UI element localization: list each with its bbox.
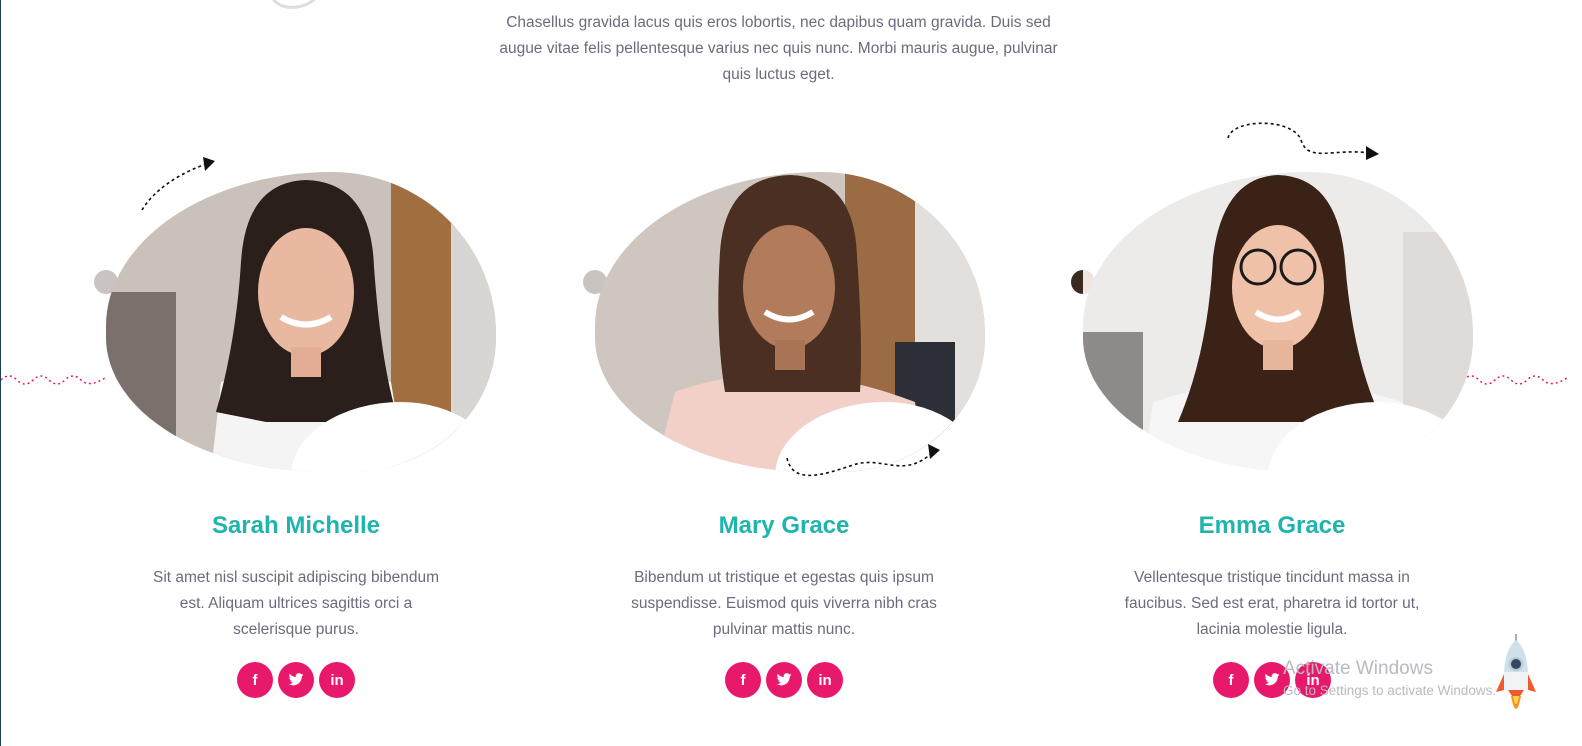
team-card-1: Sarah Michelle Sit amet nisl suscipit ad… [51, 0, 541, 746]
dashed-arrow-icon [786, 444, 940, 477]
member-bio: Sit amet nisl suscipit adipiscing bibend… [152, 569, 440, 638]
team-photo [106, 172, 496, 472]
team-card-3: Emma Grace Vellentesque tristique tincid… [1027, 0, 1517, 746]
social-links: f in [539, 662, 1029, 698]
back-to-top-rocket-icon[interactable] [1494, 632, 1538, 722]
team-card-2: Mary Grace Bibendum ut tristique et eges… [539, 0, 1029, 746]
team-photo [1083, 172, 1473, 472]
social-links: f in [51, 662, 541, 698]
twitter-icon[interactable] [766, 662, 802, 698]
member-name: Sarah Michelle [211, 512, 381, 539]
member-name: Mary Grace [718, 512, 850, 539]
linkedin-icon[interactable]: in [319, 662, 355, 698]
dashed-arrow-icon [1227, 122, 1379, 160]
linkedin-icon[interactable]: in [807, 662, 843, 698]
twitter-icon[interactable] [278, 662, 314, 698]
member-name: Emma Grace [1198, 512, 1346, 539]
facebook-icon[interactable]: f [1213, 662, 1249, 698]
watermark-subtitle: Go to Settings to activate Windows. [1283, 683, 1497, 698]
facebook-icon[interactable]: f [725, 662, 761, 698]
team-photo [595, 172, 985, 472]
member-bio: Bibendum ut tristique et egestas quis ip… [631, 569, 937, 638]
watermark-title: Activate Windows [1283, 658, 1433, 679]
member-bio: Vellentesque tristique tincidunt massa i… [1124, 569, 1420, 638]
facebook-icon[interactable]: f [237, 662, 273, 698]
windows-activation-watermark: Activate Windows Go to Settings to activ… [1283, 658, 1496, 698]
